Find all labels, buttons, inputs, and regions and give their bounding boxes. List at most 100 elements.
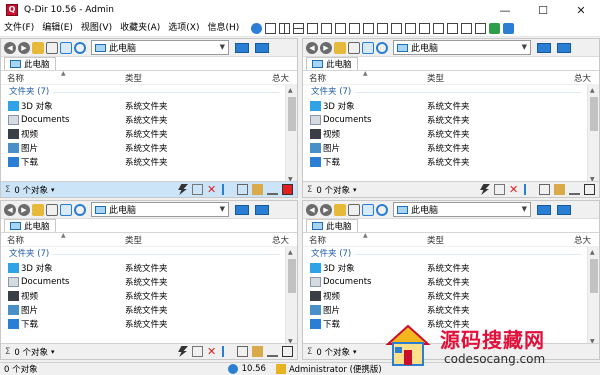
copy-icon[interactable] [237, 346, 248, 357]
tab-this-pc[interactable]: 此电脑 [306, 57, 358, 70]
delete-icon[interactable]: ✕ [207, 346, 218, 357]
scroll-up-icon[interactable]: ▲ [590, 249, 595, 256]
favorites-icon[interactable] [46, 203, 58, 216]
address-bar[interactable]: 此电脑 ▼ [91, 40, 229, 55]
refresh-icon[interactable] [376, 41, 388, 54]
back-icon[interactable]: ◀ [306, 203, 318, 216]
view-mode-icon[interactable] [60, 203, 72, 216]
address-bar[interactable]: 此电脑 ▼ [393, 202, 531, 217]
chevron-down-icon[interactable]: ▾ [353, 348, 357, 356]
tree-view-icon[interactable] [489, 22, 501, 34]
view-mode-icon[interactable] [60, 41, 72, 54]
layout-13-icon[interactable] [433, 22, 445, 34]
column-type[interactable]: 类型 [427, 72, 444, 84]
chevron-down-icon[interactable]: ▼ [220, 43, 225, 51]
layout-14-icon[interactable] [447, 22, 459, 34]
chevron-down-icon[interactable]: ▾ [353, 186, 357, 194]
vertical-scrollbar[interactable]: ▲ ▼ [285, 85, 297, 184]
group-header[interactable]: 文件夹 (7) [1, 85, 297, 99]
properties-icon[interactable] [282, 346, 293, 357]
monitor-alt-icon[interactable] [255, 204, 269, 215]
cut-icon[interactable] [222, 346, 233, 357]
favorites-icon[interactable] [46, 41, 58, 54]
address-bar[interactable]: 此电脑 ▼ [91, 202, 229, 217]
paste-icon[interactable] [252, 184, 263, 195]
tab-this-pc[interactable]: 此电脑 [4, 57, 56, 70]
monitor-icon[interactable] [537, 204, 551, 215]
vertical-scrollbar[interactable]: ▲ ▼ [285, 247, 297, 346]
column-type[interactable]: 类型 [125, 72, 142, 84]
forward-icon[interactable]: ▶ [18, 203, 30, 216]
list-item[interactable]: 图片 系统文件夹 [1, 141, 297, 155]
view-mode-icon[interactable] [362, 203, 374, 216]
list-item[interactable]: 视频 系统文件夹 [1, 127, 297, 141]
list-item[interactable]: 下载 系统文件夹 [1, 155, 297, 169]
layout-12-icon[interactable] [419, 22, 431, 34]
favorites-icon[interactable] [348, 203, 360, 216]
layout-7-icon[interactable] [349, 22, 361, 34]
delete-icon[interactable]: ✕ [509, 184, 520, 195]
group-header[interactable]: 文件夹 (7) [303, 85, 599, 99]
list-item[interactable]: Documents 系统文件夹 [1, 113, 297, 127]
chevron-down-icon[interactable]: ▾ [51, 186, 55, 194]
close-button[interactable]: ✕ [562, 0, 600, 20]
properties-icon[interactable] [282, 184, 293, 195]
paste-icon[interactable] [554, 184, 565, 195]
column-name[interactable]: 名称 [309, 234, 326, 246]
minimize-button[interactable]: — [486, 0, 524, 20]
layout-6-icon[interactable] [335, 22, 347, 34]
list-item[interactable]: 视频 系统文件夹 [303, 127, 599, 141]
mail-icon[interactable] [494, 184, 505, 195]
list-item[interactable]: 图片 系统文件夹 [1, 303, 297, 317]
scroll-thumb[interactable] [590, 259, 598, 293]
forward-icon[interactable]: ▶ [320, 41, 332, 54]
list-item[interactable]: 下载 系统文件夹 [1, 317, 297, 331]
preview-icon[interactable] [503, 22, 515, 34]
group-header[interactable]: 文件夹 (7) [1, 247, 297, 261]
back-icon[interactable]: ◀ [306, 41, 318, 54]
rename-icon[interactable] [267, 346, 278, 357]
layout-4-icon[interactable] [307, 22, 319, 34]
up-folder-icon[interactable] [32, 41, 44, 54]
layout-16-icon[interactable] [475, 22, 487, 34]
mail-icon[interactable] [192, 184, 203, 195]
list-item[interactable]: Documents 系统文件夹 [303, 275, 599, 289]
list-item[interactable]: 3D 对象 系统文件夹 [1, 261, 297, 275]
column-size[interactable]: 总大 [272, 72, 289, 84]
rename-icon[interactable] [569, 184, 580, 195]
monitor-alt-icon[interactable] [255, 42, 269, 53]
list-item[interactable]: 3D 对象 系统文件夹 [303, 99, 599, 113]
up-folder-icon[interactable] [32, 203, 44, 216]
mail-icon[interactable] [192, 346, 203, 357]
layout-8-icon[interactable] [363, 22, 375, 34]
refresh-icon[interactable] [74, 203, 86, 216]
list-item[interactable]: 下载 系统文件夹 [303, 155, 599, 169]
properties-icon[interactable] [584, 184, 595, 195]
column-type[interactable]: 类型 [427, 234, 444, 246]
rename-icon[interactable] [267, 184, 278, 195]
menu-info[interactable]: 信息(H) [204, 20, 244, 37]
copy-icon[interactable] [539, 184, 550, 195]
maximize-button[interactable]: ☐ [524, 0, 562, 20]
column-size[interactable]: 总大 [574, 234, 591, 246]
monitor-alt-icon[interactable] [557, 204, 571, 215]
list-item[interactable]: 3D 对象 系统文件夹 [303, 261, 599, 275]
layout-9-icon[interactable] [377, 22, 389, 34]
monitor-icon[interactable] [235, 204, 249, 215]
chevron-down-icon[interactable]: ▼ [522, 205, 527, 213]
menu-edit[interactable]: 编辑(E) [38, 20, 77, 37]
back-icon[interactable]: ◀ [4, 41, 16, 54]
list-item[interactable]: 3D 对象 系统文件夹 [1, 99, 297, 113]
layout-15-icon[interactable] [461, 22, 473, 34]
list-item[interactable]: Documents 系统文件夹 [303, 113, 599, 127]
address-bar[interactable]: 此电脑 ▼ [393, 40, 531, 55]
lightning-icon[interactable] [480, 184, 490, 195]
cut-icon[interactable] [524, 184, 535, 195]
menu-file[interactable]: 文件(F) [0, 20, 38, 37]
monitor-icon[interactable] [537, 42, 551, 53]
monitor-alt-icon[interactable] [557, 42, 571, 53]
column-name[interactable]: 名称 [7, 234, 24, 246]
scroll-thumb[interactable] [590, 97, 598, 131]
chevron-down-icon[interactable]: ▼ [522, 43, 527, 51]
vertical-scrollbar[interactable]: ▲ ▼ [587, 85, 599, 184]
